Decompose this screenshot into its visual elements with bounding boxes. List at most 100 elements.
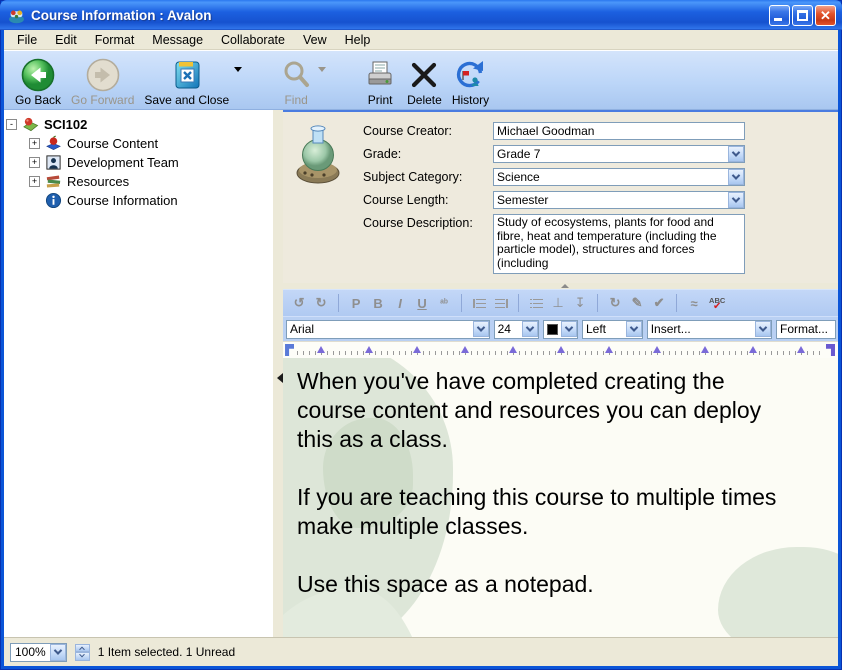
chevron-down-icon[interactable]	[561, 321, 577, 337]
grade-select[interactable]: Grade 7	[493, 145, 745, 163]
signature-icon[interactable]: ≈	[684, 293, 704, 313]
menu-item[interactable]: Format	[86, 31, 144, 49]
chevron-down-icon[interactable]	[728, 169, 744, 185]
tree-item-label: Course Information	[67, 193, 178, 208]
go-back-icon	[21, 57, 55, 93]
zoom-spinner[interactable]	[75, 644, 90, 661]
tab-stop-marker[interactable]	[317, 346, 325, 353]
chevron-down-icon[interactable]	[522, 321, 538, 337]
menu-item[interactable]: Collaborate	[212, 31, 294, 49]
ruler[interactable]	[283, 341, 838, 358]
course-length-select[interactable]: Semester	[493, 191, 745, 209]
panel-splitter[interactable]	[273, 110, 283, 637]
superscript-icon[interactable]: ᵃᵇ	[434, 293, 454, 313]
underline-icon[interactable]: U	[412, 293, 432, 313]
titlebar[interactable]: Course Information : Avalon ✕	[0, 0, 842, 30]
course-description-textarea[interactable]: Study of ecosystems, plants for food and…	[493, 214, 745, 274]
indent-decrease-icon[interactable]	[491, 293, 511, 313]
refresh-icon[interactable]: ↻	[605, 293, 625, 313]
tab-stop-marker[interactable]	[605, 346, 613, 353]
menu-item[interactable]: File	[8, 31, 46, 49]
tab-stop-marker[interactable]	[797, 346, 805, 353]
indent-increase-icon[interactable]	[469, 293, 489, 313]
find-options-dropdown-caret[interactable]	[318, 67, 326, 72]
application-window: Course Information : Avalon ✕ FileEditFo…	[0, 0, 842, 670]
chevron-down-icon[interactable]	[50, 644, 66, 661]
editor-text: When you've have completed creating the …	[283, 358, 798, 599]
paragraph-icon[interactable]: P	[346, 293, 366, 313]
font-color-select[interactable]	[543, 320, 578, 339]
tab-stop-marker[interactable]	[557, 346, 565, 353]
italic-icon[interactable]: I	[390, 293, 410, 313]
tree-item-course-information[interactable]: Course Information	[6, 191, 271, 210]
status-bar: 100% 1 Item selected. 1 Unread	[4, 637, 838, 666]
tab-stop-marker[interactable]	[413, 346, 421, 353]
menu-item[interactable]: Edit	[46, 31, 86, 49]
tab-stop-marker[interactable]	[461, 346, 469, 353]
maximize-button[interactable]	[792, 5, 813, 26]
course-creator-input[interactable]: Michael Goodman	[493, 122, 745, 140]
undo-icon[interactable]: ↺	[289, 293, 309, 313]
font-size-select[interactable]: 24	[494, 320, 539, 339]
course-creator-label: Course Creator:	[363, 122, 493, 138]
delete-button[interactable]: Delete	[402, 55, 447, 108]
bulleted-list-icon[interactable]	[526, 293, 546, 313]
fill-color-icon[interactable]: ↧	[570, 293, 590, 313]
collapse-expander[interactable]: -	[6, 119, 17, 130]
tree-item-development-team[interactable]: + Development Team	[6, 153, 271, 172]
redo-icon[interactable]: ↻	[311, 293, 331, 313]
menu-item[interactable]: Help	[336, 31, 380, 49]
alignment-select[interactable]: Left	[582, 320, 643, 339]
tree-item-label: Development Team	[67, 155, 179, 170]
editor-paragraph: Use this space as a notepad.	[297, 570, 778, 599]
menu-item[interactable]: Message	[143, 31, 212, 49]
align-bottom-icon[interactable]: ⊥	[548, 293, 568, 313]
expand-expander[interactable]: +	[29, 157, 40, 168]
tab-stop-marker[interactable]	[749, 346, 757, 353]
save-and-close-button[interactable]: Save and Close	[139, 55, 234, 108]
tree-item-resources[interactable]: + Resources	[6, 172, 271, 191]
right-margin-marker[interactable]	[826, 344, 835, 356]
left-margin-marker[interactable]	[285, 344, 294, 356]
tab-stop-marker[interactable]	[701, 346, 709, 353]
expand-expander[interactable]: +	[29, 176, 40, 187]
spinner-up-icon[interactable]	[75, 644, 90, 653]
zoom-value: 100%	[11, 645, 50, 659]
minimize-button[interactable]	[769, 5, 790, 26]
maximize-icon	[797, 10, 808, 21]
chevron-down-icon[interactable]	[626, 321, 642, 337]
chevron-down-icon[interactable]	[728, 192, 744, 208]
expand-expander[interactable]: +	[29, 138, 40, 149]
tab-stop-marker[interactable]	[509, 346, 517, 353]
chevron-down-icon[interactable]	[728, 146, 744, 162]
format-select[interactable]: Format...	[776, 320, 836, 339]
insert-select[interactable]: Insert...	[647, 320, 772, 339]
subject-category-select[interactable]: Science	[493, 168, 745, 186]
go-forward-button[interactable]: Go Forward	[66, 55, 139, 108]
font-family-select[interactable]: Arial	[286, 320, 490, 339]
tree-root-sci102[interactable]: - SCI102	[6, 115, 271, 134]
notepad-editor[interactable]: When you've have completed creating the …	[283, 358, 838, 637]
go-back-button[interactable]: Go Back	[10, 55, 66, 108]
find-button[interactable]: Find	[274, 55, 318, 108]
accept-edit-icon[interactable]: ✔	[649, 293, 669, 313]
close-button[interactable]: ✕	[815, 5, 836, 26]
window-title: Course Information : Avalon	[31, 8, 763, 23]
chevron-down-icon[interactable]	[755, 321, 771, 337]
tab-stop-marker[interactable]	[653, 346, 661, 353]
bold-icon[interactable]: B	[368, 293, 388, 313]
find-icon	[280, 57, 312, 93]
history-button[interactable]: History	[447, 55, 494, 108]
tab-stop-marker[interactable]	[365, 346, 373, 353]
tree-item-course-content[interactable]: + Course Content	[6, 134, 271, 153]
form-editor-splitter[interactable]	[283, 283, 838, 289]
spell-check-button[interactable]: ABC ✔	[706, 297, 728, 310]
pencil-icon[interactable]: ✎	[627, 293, 647, 313]
spinner-down-icon[interactable]	[75, 652, 90, 661]
menu-item[interactable]: Vew	[294, 31, 336, 49]
save-options-dropdown-caret[interactable]	[234, 67, 242, 72]
zoom-control[interactable]: 100%	[10, 643, 67, 662]
status-message: 1 Item selected. 1 Unread	[98, 645, 235, 659]
print-button[interactable]: Print	[358, 55, 402, 108]
chevron-down-icon[interactable]	[473, 321, 489, 337]
